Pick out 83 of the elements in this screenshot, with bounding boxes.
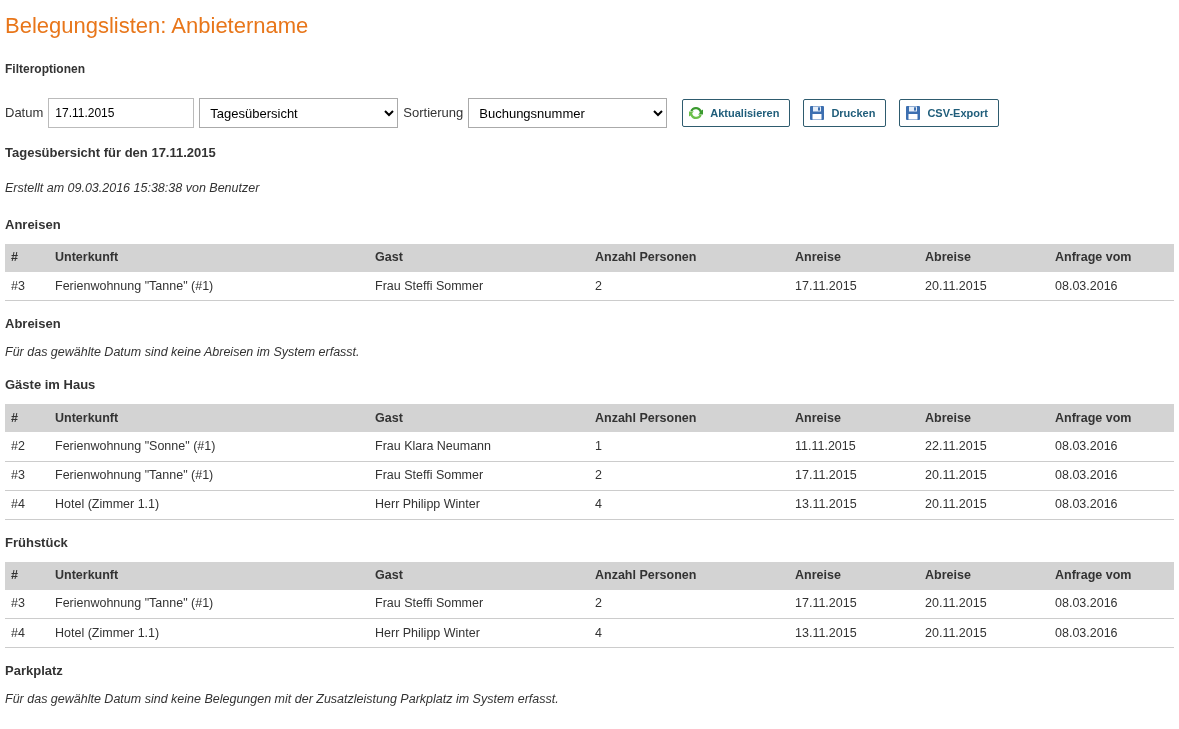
column-header: Unterkunft bbox=[49, 561, 369, 590]
section-heading: Abreisen bbox=[5, 315, 62, 334]
column-header: # bbox=[5, 561, 49, 590]
column-header: Gast bbox=[369, 404, 589, 432]
column-header: Anreise bbox=[789, 561, 919, 590]
table-cell: 1 bbox=[589, 432, 789, 461]
table-cell: #4 bbox=[5, 490, 49, 519]
table-cell: 20.11.2015 bbox=[919, 490, 1049, 519]
table-cell: Ferienwohnung "Tanne" (#1) bbox=[49, 589, 369, 619]
table-cell: 2 bbox=[589, 589, 789, 619]
field-label: Datum bbox=[5, 104, 44, 123]
empty-message: Für das gewählte Datum sind keine Belegungen mit der Zusatzleistung Parkplatz im System erfasst. bbox=[5, 691, 560, 708]
table-cell: 17.11.2015 bbox=[789, 589, 919, 619]
refresh-icon bbox=[688, 105, 705, 121]
field-label: Sortierung bbox=[403, 104, 464, 123]
table-cell: 17.11.2015 bbox=[789, 271, 919, 301]
table-cell: 20.11.2015 bbox=[919, 618, 1049, 648]
section-heading: Frühstück bbox=[5, 533, 69, 552]
table-cell: #4 bbox=[5, 618, 49, 648]
column-header: Anreise bbox=[789, 404, 919, 432]
column-header: Abreise bbox=[919, 561, 1049, 590]
section-heading: Parkplatz bbox=[5, 662, 64, 680]
column-header: Unterkunft bbox=[49, 404, 369, 432]
column-header: Anzahl Personen bbox=[589, 404, 789, 432]
table-cell: 20.11.2015 bbox=[919, 589, 1049, 619]
table-cell: #3 bbox=[5, 271, 49, 301]
section-heading: Filteroptionen bbox=[5, 61, 86, 78]
section-heading: Gäste im Haus bbox=[5, 376, 97, 394]
table-cell: 08.03.2016 bbox=[1049, 271, 1174, 301]
table-cell: 4 bbox=[589, 490, 789, 519]
table-cell: Frau Steffi Sommer bbox=[369, 461, 589, 490]
section-heading: Anreisen bbox=[5, 215, 62, 234]
table-cell: Hotel (Zimmer 1.1) bbox=[49, 618, 369, 648]
column-header: Abreise bbox=[919, 404, 1049, 432]
column-header: Anfrage vom bbox=[1049, 404, 1174, 432]
table-cell: 17.11.2015 bbox=[789, 461, 919, 490]
toolbar-button[interactable]: CSV-Export bbox=[899, 99, 999, 127]
table-cell: 22.11.2015 bbox=[919, 432, 1049, 461]
empty-message: Für das gewählte Datum sind keine Abreisen im System erfasst. bbox=[5, 344, 361, 362]
table-cell: 2 bbox=[589, 461, 789, 490]
column-header: Anzahl Personen bbox=[589, 561, 789, 590]
overview-heading: Tagesübersicht für den 17.11.2015 bbox=[5, 144, 217, 162]
column-header: Anfrage vom bbox=[1049, 243, 1174, 272]
table-cell: Ferienwohnung "Tanne" (#1) bbox=[49, 461, 369, 490]
table-cell: 4 bbox=[589, 618, 789, 648]
created-note: Erstellt am 09.03.2016 15:38:38 von Benutzer bbox=[5, 180, 261, 197]
date-field[interactable]: 17.11.2015 bbox=[48, 98, 195, 128]
column-header: Anfrage vom bbox=[1049, 561, 1174, 590]
table-cell: 08.03.2016 bbox=[1049, 618, 1174, 648]
table-cell: #3 bbox=[5, 589, 49, 619]
column-header: Unterkunft bbox=[49, 243, 369, 272]
table-cell: Frau Steffi Sommer bbox=[369, 589, 589, 619]
table-cell: Ferienwohnung "Tanne" (#1) bbox=[49, 271, 369, 301]
table-cell: 13.11.2015 bbox=[789, 490, 919, 519]
table-cell: 08.03.2016 bbox=[1049, 490, 1174, 519]
column-header: # bbox=[5, 243, 49, 272]
table-cell: #2 bbox=[5, 432, 49, 461]
table-cell: 13.11.2015 bbox=[789, 618, 919, 648]
table-cell: 11.11.2015 bbox=[789, 432, 919, 461]
column-header: Gast bbox=[369, 561, 589, 590]
toolbar-button[interactable]: Drucken bbox=[803, 99, 887, 127]
column-header: Abreise bbox=[919, 243, 1049, 272]
table-cell: 08.03.2016 bbox=[1049, 589, 1174, 619]
page-title: Belegungslisten: Anbietername bbox=[5, 12, 310, 40]
toolbar-button[interactable]: Aktualisieren bbox=[682, 99, 791, 127]
column-header: # bbox=[5, 404, 49, 432]
table-cell: 08.03.2016 bbox=[1049, 461, 1174, 490]
table-cell: #3 bbox=[5, 461, 49, 490]
table-cell: 20.11.2015 bbox=[919, 271, 1049, 301]
view-select[interactable]: Tagesübersicht bbox=[199, 98, 399, 128]
table-cell: Frau Klara Neumann bbox=[369, 432, 589, 461]
table-cell: Frau Steffi Sommer bbox=[369, 271, 589, 301]
sort-select[interactable]: Buchungsnummer bbox=[468, 98, 668, 128]
table-cell: 2 bbox=[589, 271, 789, 301]
table-cell: Herr Philipp Winter bbox=[369, 618, 589, 648]
table-cell: Hotel (Zimmer 1.1) bbox=[49, 490, 369, 519]
column-header: Gast bbox=[369, 243, 589, 272]
table-cell: 08.03.2016 bbox=[1049, 432, 1174, 461]
table-cell: Ferienwohnung "Sonne" (#1) bbox=[49, 432, 369, 461]
column-header: Anreise bbox=[789, 243, 919, 272]
table-cell: 20.11.2015 bbox=[919, 461, 1049, 490]
column-header: Anzahl Personen bbox=[589, 243, 789, 272]
table-cell: Herr Philipp Winter bbox=[369, 490, 589, 519]
